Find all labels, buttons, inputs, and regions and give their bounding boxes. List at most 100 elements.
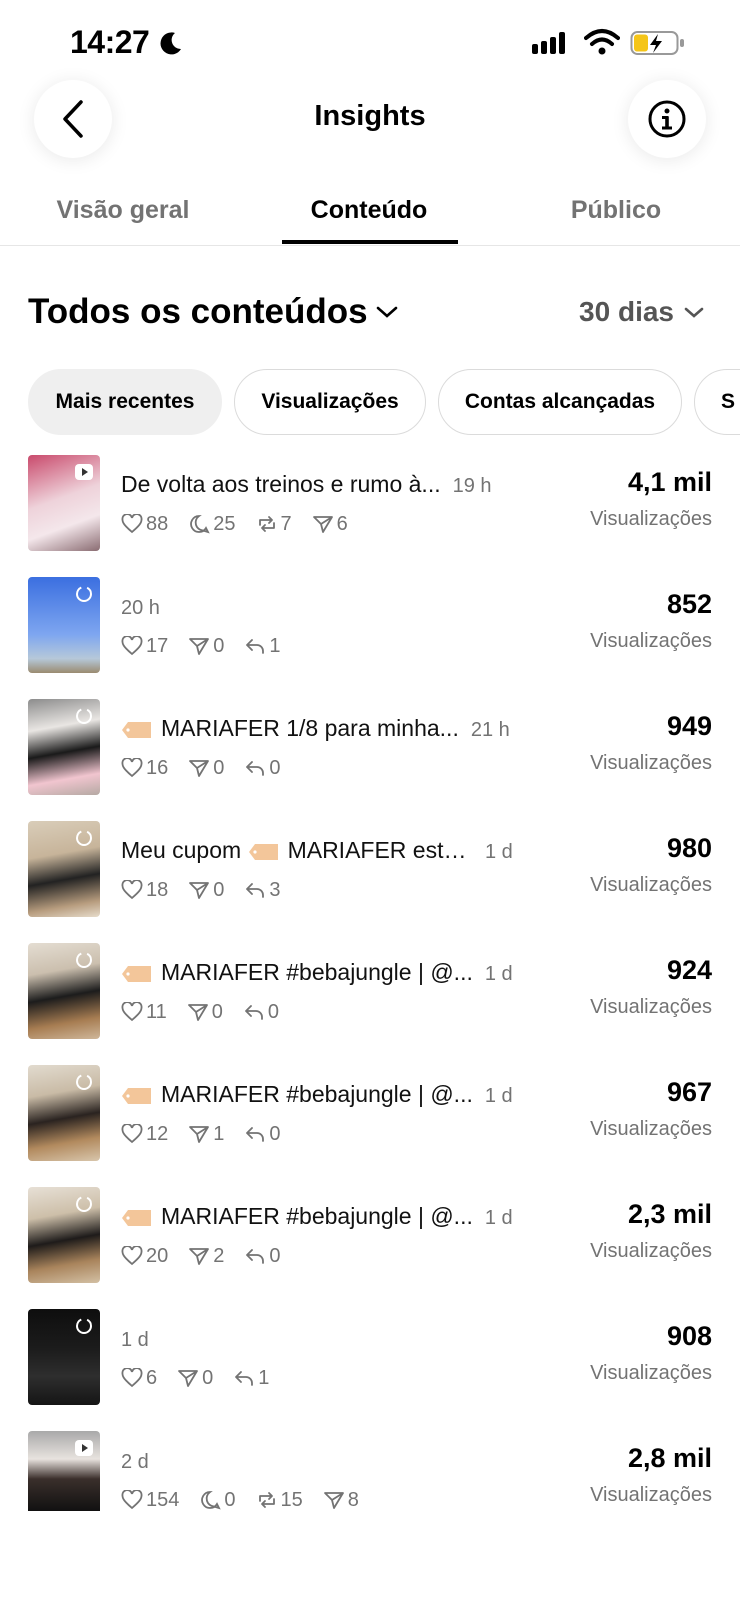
heart-icon xyxy=(121,880,143,900)
reels-icon xyxy=(75,464,93,480)
shares-count: 8 xyxy=(347,1488,359,1511)
post-row[interactable]: De volta aos treinos e rumo à... 19 h 88… xyxy=(0,455,740,555)
post-thumbnail xyxy=(28,1065,100,1161)
heart-icon xyxy=(121,514,143,534)
post-age: 1 d xyxy=(485,841,513,863)
chevron-down-icon xyxy=(684,307,704,318)
post-stats: 12 1 0 xyxy=(121,1119,301,1149)
likes-count: 16 xyxy=(146,756,169,779)
heart-icon xyxy=(121,1002,143,1022)
send-icon xyxy=(189,1126,210,1143)
carousel-icon xyxy=(76,830,92,846)
period-label: 30 dias xyxy=(579,296,674,327)
post-stats: 154 0 15 8 xyxy=(121,1485,379,1515)
post-row[interactable]: MARIAFER #bebajungle | @... 1 d 12 1 0 9… xyxy=(0,1065,740,1165)
battery-icon xyxy=(630,31,684,55)
carousel-icon xyxy=(76,952,92,968)
post-row[interactable]: 20 h 17 0 1 852 Visualizações xyxy=(0,577,740,677)
post-age: 1 d xyxy=(484,1085,513,1107)
active-tab-indicator xyxy=(282,240,458,244)
chevron-down-icon xyxy=(376,306,397,318)
post-row[interactable]: MARIAFER 1/8 para minha... 21 h 16 0 0 9… xyxy=(0,699,740,799)
likes-count: 11 xyxy=(146,1000,167,1023)
post-thumbnail xyxy=(28,1431,100,1511)
info-icon xyxy=(648,100,686,138)
post-stats: 16 0 0 xyxy=(121,753,301,783)
post-stats: 20 2 0 xyxy=(121,1241,301,1271)
post-caption: Meu cupom MARIAFER está... xyxy=(121,837,473,863)
post-thumbnail xyxy=(28,577,100,673)
tab-publico[interactable]: Público xyxy=(492,196,740,225)
label-tag-icon xyxy=(122,1087,151,1104)
tab-bar: Visão geral Conteúdo Público xyxy=(0,190,740,246)
post-stats: 11 0 0 xyxy=(121,997,299,1027)
period-dropdown[interactable]: 30 dias xyxy=(579,296,704,328)
label-tag-icon xyxy=(122,721,151,738)
likes-count: 17 xyxy=(146,634,169,657)
chip-mais-recentes[interactable]: Mais recentes xyxy=(28,369,222,435)
post-row[interactable]: 2 d 154 0 15 8 2,8 mil Visualizações xyxy=(0,1431,740,1531)
post-row[interactable]: MARIAFER #bebajungle | @... 1 d 20 2 0 2… xyxy=(0,1187,740,1287)
chip-visualizacoes[interactable]: Visualizações xyxy=(234,369,426,435)
label-tag-icon xyxy=(122,1209,151,1226)
shares-count: 2 xyxy=(213,1244,225,1267)
likes-count: 6 xyxy=(146,1366,158,1389)
tab-conteudo[interactable]: Conteúdo xyxy=(246,196,492,225)
reply-icon xyxy=(235,1371,254,1386)
info-button[interactable] xyxy=(628,80,706,158)
post-row[interactable]: MARIAFER #bebajungle | @... 1 d 11 0 0 9… xyxy=(0,943,740,1043)
send-icon xyxy=(189,638,210,655)
views-value: 949 xyxy=(666,711,712,741)
shares-count: 0 xyxy=(213,634,225,657)
comment-icon xyxy=(190,515,210,534)
replies-count: 0 xyxy=(269,1244,281,1267)
chip-contas-alcancadas[interactable]: Contas alcançadas xyxy=(438,369,682,435)
post-row[interactable]: Meu cupom MARIAFER está... 1 d 18 0 3 98… xyxy=(0,821,740,921)
post-row[interactable]: 1 d 6 0 1 908 Visualizações xyxy=(0,1309,740,1409)
views-value: 908 xyxy=(666,1321,712,1351)
comment-icon xyxy=(201,1491,222,1510)
status-bar: 14:27 xyxy=(0,0,740,80)
post-stats: 6 0 1 xyxy=(121,1363,289,1393)
views-value: 980 xyxy=(666,833,712,863)
heart-icon xyxy=(121,1246,143,1266)
heart-icon xyxy=(121,636,143,656)
views-label: Visualizações xyxy=(590,1362,712,1384)
shares-count: 1 xyxy=(213,1122,225,1145)
send-icon xyxy=(189,1248,210,1265)
replies-count: 0 xyxy=(267,1000,280,1023)
views-label: Visualizações xyxy=(590,1118,712,1140)
post-age: 1 d xyxy=(484,1207,513,1229)
sort-chips: Mais recentes Visualizações Contas alcan… xyxy=(28,369,740,435)
comments-count: 25 xyxy=(213,512,236,535)
replies-count: 1 xyxy=(269,634,281,657)
post-thumbnail xyxy=(28,1309,100,1405)
repost-icon xyxy=(258,1492,275,1508)
content-filter-dropdown[interactable]: Todos os conteúdos xyxy=(28,292,398,332)
heart-icon xyxy=(121,1490,143,1510)
shares-count: 6 xyxy=(336,512,348,535)
post-age: 1 d xyxy=(484,963,513,985)
send-icon xyxy=(178,1370,199,1387)
label-tag-icon xyxy=(248,843,278,860)
reply-icon xyxy=(244,1005,263,1020)
wifi-icon xyxy=(584,29,620,55)
views-label: Visualizações xyxy=(590,508,712,530)
reply-icon xyxy=(246,1249,265,1264)
send-icon xyxy=(189,760,210,777)
post-stats: 88 25 7 6 xyxy=(121,509,368,539)
views-label: Visualizações xyxy=(590,752,712,774)
reply-icon xyxy=(246,883,265,898)
carousel-icon xyxy=(76,708,92,724)
repost-icon xyxy=(258,516,275,532)
tab-visao-geral[interactable]: Visão geral xyxy=(0,196,246,225)
post-stats: 18 0 3 xyxy=(121,875,301,905)
post-age: 2 d xyxy=(121,1451,149,1473)
post-caption: MARIAFER 1/8 para minha... xyxy=(121,715,459,742)
views-label: Visualizações xyxy=(590,874,712,896)
chip-more[interactable]: S xyxy=(694,369,740,435)
content-filter-label: Todos os conteúdos xyxy=(28,292,368,331)
carousel-icon xyxy=(76,1318,92,1334)
post-thumbnail xyxy=(28,455,100,551)
moon-icon xyxy=(160,32,181,55)
